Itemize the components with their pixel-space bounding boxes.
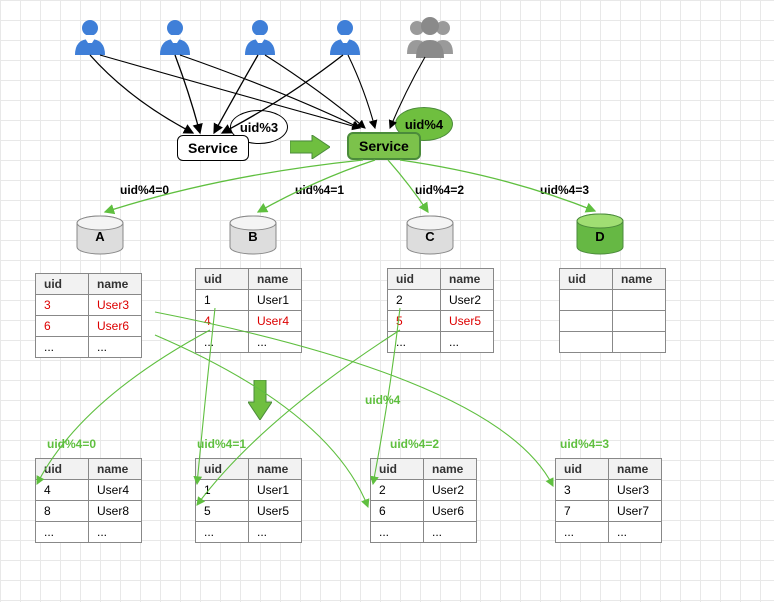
diagram-canvas: { "icons": { "user_blue": "#3f7fd8", "us… [0, 0, 774, 602]
service-old: Service [177, 135, 249, 161]
route-label: uid%4=2 [415, 183, 464, 197]
table-top-c: uidname 2User2 5User5 ...... [387, 268, 494, 353]
db-label-a: A [90, 229, 110, 244]
db-label-d: D [590, 229, 610, 244]
table-bottom-c: uidname 2User2 6User6 ...... [370, 458, 477, 543]
table-bottom-d: uidname 3User3 7User7 ...... [555, 458, 662, 543]
user-icon [325, 15, 365, 55]
service-new: Service [347, 132, 421, 160]
route-label: uid%4=3 [560, 437, 609, 451]
table-top-b: uidname 1User1 4User4 ...... [195, 268, 302, 353]
table-bottom-a: uidname 4User4 8User8 ...... [35, 458, 142, 543]
bubble-new-rule-text: uid%4 [405, 117, 443, 132]
table-top-d: uidname [559, 268, 666, 353]
table-top-a: uidname 3User3 6User6 ...... [35, 273, 142, 358]
route-label: uid%4=2 [390, 437, 439, 451]
route-label: uid%4=1 [295, 183, 344, 197]
user-icon [155, 15, 195, 55]
user-icon [240, 15, 280, 55]
db-label-b: B [243, 229, 263, 244]
rehash-label: uid%4 [365, 393, 400, 407]
table-bottom-b: uidname 1User1 5User5 ...... [195, 458, 302, 543]
bubble-old-rule-text: uid%3 [240, 120, 278, 135]
route-label: uid%4=1 [197, 437, 246, 451]
route-label: uid%4=0 [120, 183, 169, 197]
user-icon [70, 15, 110, 55]
user-group-icon [400, 12, 460, 60]
route-label: uid%4=0 [47, 437, 96, 451]
db-label-c: C [420, 229, 440, 244]
route-label: uid%4=3 [540, 183, 589, 197]
arrow-right-icon [290, 135, 330, 159]
arrow-down-icon [248, 380, 272, 420]
